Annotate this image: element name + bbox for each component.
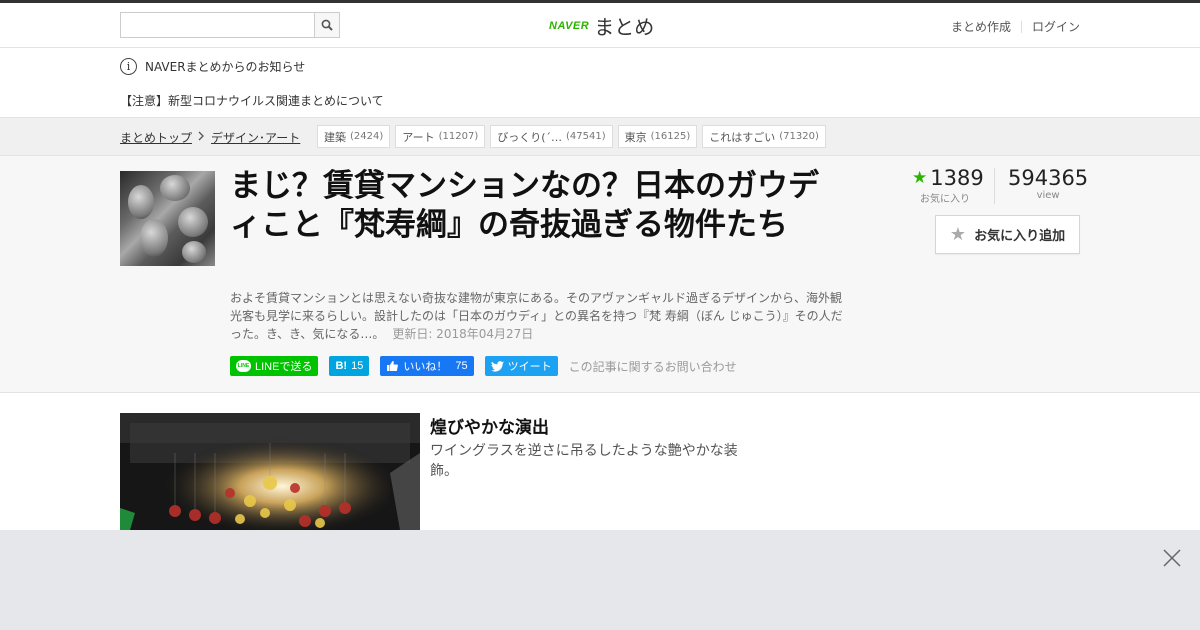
tag-count: (16125) <box>650 131 691 142</box>
info-icon: i <box>120 58 137 75</box>
close-icon <box>1163 549 1181 567</box>
tag-label: びっくり(´… <box>497 130 563 144</box>
views-label: view <box>1036 190 1060 201</box>
contact-link[interactable]: この記事に関するお問い合わせ <box>569 358 737 375</box>
favorites-label: お気に入り <box>920 194 970 205</box>
hatena-count: 15 <box>351 360 364 372</box>
star-outline-icon: ★ <box>949 224 967 245</box>
close-button[interactable] <box>1162 548 1182 568</box>
article-body: 煌びやかな演出 ワイングラスを逆さに吊るしたような艶やかな装飾。 <box>0 393 1200 530</box>
tag-label: 東京 <box>624 130 647 144</box>
notice-heading: i NAVERまとめからのお知らせ <box>120 58 305 75</box>
favorites-stat: ★ 1389 お気に入り <box>912 166 992 205</box>
search-box <box>120 12 340 38</box>
section-title: 煌びやかな演出 <box>430 418 549 438</box>
article-description: およそ賃貸マンションとは思えない奇抜な建物が東京にある。そのアヴァンギャルド過ぎ… <box>230 289 845 343</box>
views-count: 594365 <box>1008 166 1089 190</box>
site-header: NAVER まとめ まとめ作成 ログイン <box>0 3 1200 48</box>
bottom-ad-overlay <box>0 530 1200 630</box>
description-text: およそ賃貸マンションとは思えない奇抜な建物が東京にある。そのアヴァンギャルド過ぎ… <box>230 291 843 341</box>
tweet-label: ツイート <box>507 361 552 373</box>
tag-label: これはすごい <box>709 130 776 144</box>
views-stat: 594365 view <box>1008 166 1088 205</box>
create-matome-link[interactable]: まとめ作成 <box>951 18 1011 35</box>
twitter-bird-icon <box>490 360 504 372</box>
line-icon: LINE <box>236 360 251 372</box>
star-icon: ★ <box>912 168 928 188</box>
facebook-like-count: 75 <box>455 360 468 372</box>
tag-count: (2424) <box>350 131 384 142</box>
section-text: ワイングラスを逆さに吊るしたような艶やかな装飾。 <box>430 443 738 479</box>
add-favorite-button[interactable]: ★ お気に入り追加 <box>935 215 1080 254</box>
notice-title: NAVERまとめからのお知らせ <box>145 60 306 74</box>
chevron-right-icon <box>198 131 205 144</box>
tag-item[interactable]: アート (11207) <box>395 125 486 148</box>
breadcrumb-top[interactable]: まとめトップ <box>120 129 192 146</box>
breadcrumb-bar: まとめトップ デザイン･アート 建築 (2424) アート (11207) びっくり… <box>0 118 1200 156</box>
line-share-label: LINEで送る <box>255 361 313 373</box>
header-divider <box>1020 20 1022 33</box>
tag-label: アート <box>402 130 435 144</box>
tag-item[interactable]: びっくり(´… (47541) <box>490 125 613 148</box>
favorites-count: 1389 <box>930 166 984 190</box>
article-thumbnail[interactable] <box>120 171 215 266</box>
logo-naver: NAVER <box>549 19 590 32</box>
tag-item[interactable]: これはすごい (71320) <box>702 125 826 148</box>
login-link[interactable]: ログイン <box>1032 18 1080 35</box>
add-favorite-label: お気に入り追加 <box>974 229 1066 244</box>
section-photo[interactable] <box>120 413 420 530</box>
tag-count: (47541) <box>566 131 606 142</box>
share-buttons: LINE LINEで送る B! 15 いいね！ 75 ツイート この記事に関する… <box>230 356 737 376</box>
hatena-icon: B! <box>335 360 348 372</box>
search-icon <box>321 19 333 31</box>
tag-item[interactable]: 建築 (2424) <box>317 125 391 148</box>
notice-item-link[interactable]: 【注意】新型コロナウイルス関連まとめについて <box>120 92 384 109</box>
facebook-like-label: いいね！ <box>403 361 448 373</box>
facebook-like-button[interactable]: いいね！ 75 <box>380 356 474 376</box>
article-header: まじ？賃貸マンションなの？日本のガウディこと『梵寿綱』の奇抜過ぎる物件たち およ… <box>0 156 1200 393</box>
header-links: まとめ作成 ログイン <box>951 18 1080 35</box>
site-logo[interactable]: NAVER まとめ <box>549 11 654 40</box>
tag-count: (71320) <box>779 131 819 142</box>
tag-count: (11207) <box>438 131 479 142</box>
notice-area: i NAVERまとめからのお知らせ 【注意】新型コロナウイルス関連まとめについて <box>0 48 1200 118</box>
thumbs-up-icon <box>387 361 399 371</box>
stats-divider <box>994 168 995 204</box>
tweet-button[interactable]: ツイート <box>484 356 558 376</box>
updated-date: 更新日: 2018年04月27日 <box>392 327 534 341</box>
tag-list: 建築 (2424) アート (11207) びっくり(´… (47541) 東京 (16… <box>317 125 831 148</box>
tag-label: 建築 <box>324 130 346 144</box>
hatena-bookmark-button[interactable]: B! 15 <box>329 356 370 376</box>
breadcrumb-category[interactable]: デザイン･アート <box>211 129 300 146</box>
article-stats: ★ 1389 お気に入り 594365 view <box>912 166 1088 205</box>
search-input[interactable] <box>121 13 315 37</box>
article-title: まじ？賃貸マンションなの？日本のガウディこと『梵寿綱』の奇抜過ぎる物件たち <box>230 168 819 243</box>
breadcrumb: まとめトップ デザイン･アート <box>120 129 300 146</box>
line-share-button[interactable]: LINE LINEで送る <box>230 356 319 376</box>
logo-matome: まとめ <box>594 15 655 39</box>
search-button[interactable] <box>314 13 339 37</box>
chandelier-image <box>120 413 420 530</box>
tag-item[interactable]: 東京 (16125) <box>617 125 698 148</box>
